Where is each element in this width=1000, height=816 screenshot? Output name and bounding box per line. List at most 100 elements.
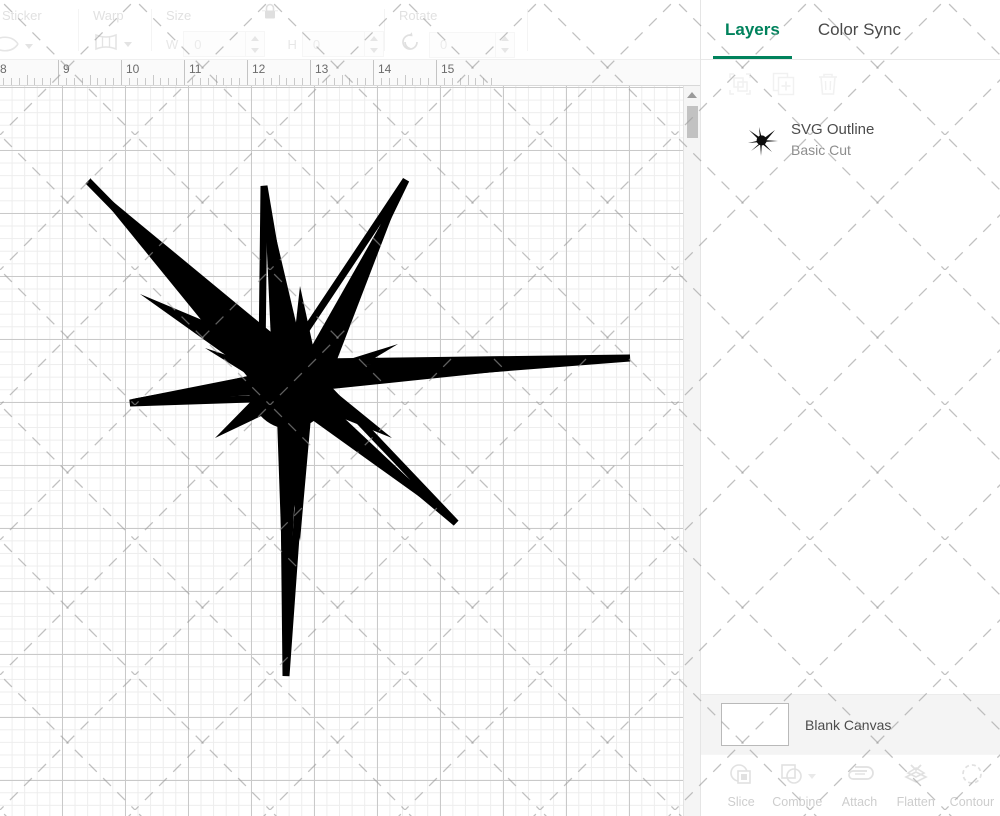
ruler-minor-tick: [357, 78, 358, 85]
ruler-minor-tick: [334, 78, 335, 85]
attach-button[interactable]: Attach: [831, 762, 887, 809]
ruler-number: 15: [441, 62, 454, 76]
tab-color-sync[interactable]: Color Sync: [818, 0, 901, 60]
height-value: 0: [303, 32, 364, 56]
blank-canvas-thumbnail: [721, 703, 789, 746]
rotate-tool-group: Rotate 0: [385, 0, 523, 60]
ruler-minor-tick: [460, 78, 461, 85]
sticker-icon: [0, 33, 20, 60]
ruler-minor-tick: [468, 75, 469, 85]
bottom-tool-row: Slice Combine: [701, 754, 1000, 816]
ruler-minor-tick: [397, 78, 398, 85]
star-thumbnail-icon: [745, 123, 779, 157]
layer-item-svg-outline[interactable]: SVG Outline Basic Cut: [701, 112, 1000, 168]
toolbar-divider-4: [527, 9, 528, 51]
width-stepper-up[interactable]: [246, 32, 264, 44]
blank-canvas-label: Blank Canvas: [805, 717, 891, 733]
warp-chevron-down-icon[interactable]: [124, 42, 132, 47]
layer-title: SVG Outline: [791, 120, 874, 140]
ruler-minor-tick: [389, 78, 390, 85]
design-canvas[interactable]: [0, 86, 683, 816]
layers-list: SVG Outline Basic Cut: [701, 112, 1000, 694]
ruler-minor-tick: [428, 78, 429, 85]
flatten-button[interactable]: Flatten: [888, 762, 944, 809]
ruler-minor-tick: [412, 78, 413, 85]
combine-button[interactable]: Combine: [769, 762, 825, 809]
blank-canvas-row[interactable]: Blank Canvas: [701, 694, 1000, 754]
ruler-minor-tick: [176, 78, 177, 85]
sticker-chevron-down-icon[interactable]: [25, 44, 33, 49]
rotate-label: Rotate: [399, 8, 523, 23]
ruler-minor-tick: [27, 75, 28, 85]
rotate-input[interactable]: 0: [429, 32, 515, 58]
contour-button[interactable]: Contour: [944, 762, 1000, 809]
width-value: 0: [184, 32, 245, 56]
ruler-minor-tick: [216, 75, 217, 85]
horizontal-ruler: 89101112131415: [0, 60, 700, 86]
scroll-up-arrow-icon[interactable]: [684, 86, 700, 103]
ruler-minor-tick: [90, 75, 91, 85]
flatten-label: Flatten: [897, 795, 935, 809]
ruler-number: 12: [252, 62, 265, 76]
rotate-stepper-up[interactable]: [496, 33, 514, 45]
ruler-minor-tick: [326, 78, 327, 85]
ruler-minor-tick: [255, 78, 256, 85]
warp-tool-group[interactable]: Warp: [79, 0, 151, 60]
slice-icon: [728, 762, 754, 791]
ruler-number: 13: [315, 62, 328, 76]
rotate-icon[interactable]: [399, 31, 423, 58]
contour-icon: [959, 762, 985, 791]
ruler-minor-tick: [82, 78, 83, 85]
ruler-number: 9: [63, 62, 70, 76]
layer-subtitle: Basic Cut: [791, 140, 874, 160]
ruler-minor-tick: [263, 78, 264, 85]
combine-icon: [779, 762, 805, 791]
ruler-minor-tick: [66, 78, 67, 85]
height-stepper-down[interactable]: [365, 44, 383, 56]
ruler-minor-tick: [192, 78, 193, 85]
tab-layers[interactable]: Layers: [725, 0, 780, 60]
ruler-minor-tick: [302, 78, 303, 85]
scrollbar-thumb[interactable]: [687, 106, 698, 138]
ruler-minor-tick: [365, 78, 366, 85]
lock-icon[interactable]: [261, 2, 279, 27]
height-letter: H: [287, 37, 296, 52]
contour-label: Contour: [950, 795, 994, 809]
ruler-number: 10: [126, 62, 139, 76]
ruler-minor-tick: [153, 75, 154, 85]
combine-label: Combine: [772, 795, 822, 809]
tab-layers-label: Layers: [725, 20, 780, 40]
width-stepper-down[interactable]: [246, 44, 264, 56]
attach-icon: [845, 762, 875, 791]
ruler-minor-tick: [444, 78, 445, 85]
canvas-vertical-scrollbar[interactable]: [683, 86, 700, 816]
sticker-label: Sticker: [2, 8, 78, 23]
starburst-shape[interactable]: [0, 86, 683, 816]
ruler-minor-tick: [271, 78, 272, 85]
slice-button[interactable]: Slice: [713, 762, 769, 809]
height-input[interactable]: 0: [302, 31, 384, 57]
ruler-minor-tick: [452, 78, 453, 85]
ruler-minor-tick: [294, 78, 295, 85]
app-root: Sticker Warp: [0, 0, 1000, 816]
ruler-minor-tick: [74, 78, 75, 85]
ruler-minor-tick: [3, 78, 4, 85]
group-icon[interactable]: [727, 71, 753, 102]
combine-chevron-down-icon[interactable]: [808, 774, 816, 779]
warp-label: Warp: [93, 8, 151, 23]
ruler-minor-tick: [381, 78, 382, 85]
size-tool-group: Size W 0 H: [152, 0, 384, 60]
height-stepper-up[interactable]: [365, 32, 383, 44]
delete-icon[interactable]: [815, 71, 841, 102]
width-input[interactable]: 0: [183, 31, 265, 57]
sticker-tool-group[interactable]: Sticker: [0, 0, 78, 60]
ruler-minor-tick: [113, 78, 114, 85]
ruler-minor-tick: [491, 78, 492, 85]
duplicate-icon[interactable]: [771, 71, 797, 102]
rotate-stepper-down[interactable]: [496, 45, 514, 57]
ruler-minor-tick: [160, 78, 161, 85]
ruler-minor-tick: [129, 78, 130, 85]
ruler-minor-tick: [105, 78, 106, 85]
ruler-minor-tick: [483, 78, 484, 85]
ruler-minor-tick: [279, 75, 280, 85]
